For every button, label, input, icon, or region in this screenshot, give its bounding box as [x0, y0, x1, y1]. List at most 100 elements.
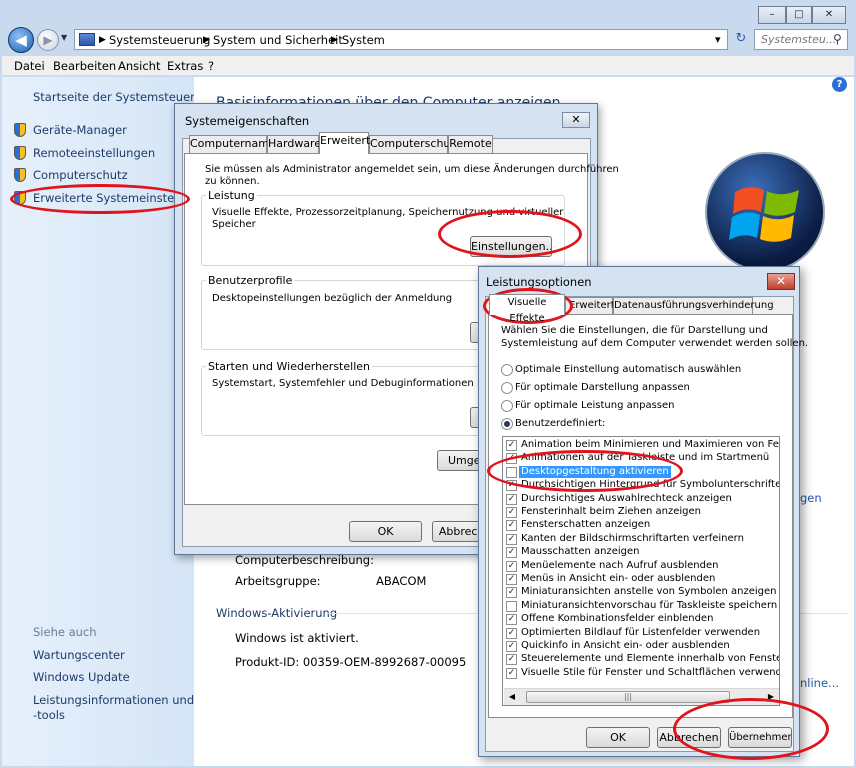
device-manager-link[interactable]: Geräte-Manager — [33, 123, 127, 137]
effect-checkbox[interactable]: ✓ — [506, 654, 517, 666]
minimize-button[interactable]: – — [758, 6, 786, 24]
dialog-title: Leistungsoptionen — [486, 275, 592, 289]
breadcrumb-separator-icon: ▶ — [203, 35, 210, 45]
effect-checkbox[interactable]: ✓ — [506, 533, 517, 545]
radio-best-appearance-label[interactable]: Für optimale Darstellung anpassen — [515, 381, 690, 395]
effect-checkbox[interactable]: ✓ — [506, 641, 517, 652]
computer-description-label: Computerbeschreibung: — [235, 553, 374, 567]
scroll-left-icon[interactable]: ◀ — [504, 689, 520, 705]
effect-checkbox[interactable]: ✓ — [506, 627, 517, 639]
action-center-link[interactable]: Wartungscenter — [33, 648, 125, 662]
effect-label[interactable]: Animation beim Minimieren und Maximieren… — [521, 439, 779, 451]
user-profiles-description: Desktopeinstellungen bezüglich der Anmel… — [212, 293, 453, 304]
effect-label[interactable]: Optimierten Bildlauf für Listenfelder ve… — [521, 627, 760, 639]
menu-help[interactable]: ? — [208, 59, 214, 73]
activation-status: Windows ist aktiviert. — [235, 631, 359, 645]
effect-label[interactable]: Steuerelemente und Elemente innerhalb vo… — [521, 653, 779, 665]
breadcrumb-systemsteuerung[interactable]: Systemsteuerung — [109, 33, 210, 47]
menu-extras[interactable]: Extras — [167, 59, 203, 73]
refresh-icon[interactable]: ↻ — [731, 29, 751, 50]
remote-settings-link[interactable]: Remoteeinstellungen — [33, 146, 155, 160]
windows-update-link[interactable]: Windows Update — [33, 670, 130, 684]
recent-pages-dropdown-icon[interactable]: ▼ — [61, 33, 67, 42]
change-settings-link[interactable]: gen — [800, 491, 822, 505]
address-bar[interactable]: ▶ Systemsteuerung ▶ System und Sicherhei… — [74, 29, 728, 50]
effect-label[interactable]: Kanten der Bildschirmschriftarten verfei… — [521, 533, 744, 545]
address-dropdown-icon[interactable]: ▾ — [715, 33, 721, 47]
radio-custom[interactable] — [501, 418, 513, 430]
close-icon[interactable]: ✕ — [767, 273, 795, 290]
scroll-thumb[interactable]: ||| — [526, 691, 730, 703]
tab-computerschutz[interactable]: Computerschutz — [369, 135, 461, 153]
admin-shield-icon — [14, 146, 26, 160]
effect-checkbox[interactable]: ✓ — [506, 440, 517, 451]
breadcrumb-separator-icon: ▶ — [99, 35, 106, 45]
menu-datei[interactable]: Datei — [14, 59, 45, 73]
radio-best-performance[interactable] — [501, 400, 513, 412]
performance-info-link[interactable]: Leistungsinformationen und — [33, 693, 194, 707]
intro-text-line2: Systemleistung auf dem Computer verwende… — [501, 338, 809, 349]
admin-note: Sie müssen als Administrator angemeldet … — [205, 164, 619, 175]
effect-label[interactable]: Quickinfo in Ansicht ein- oder ausblende… — [521, 640, 730, 652]
effect-checkbox[interactable]: ✓ — [506, 520, 517, 532]
effect-label[interactable]: Menüs in Ansicht ein- oder ausblenden — [521, 573, 715, 585]
effect-checkbox[interactable]: ✓ — [506, 614, 517, 626]
tab-erweitert[interactable]: Erweitert — [319, 132, 370, 154]
radio-best-performance-label[interactable]: Für optimale Leistung anpassen — [515, 399, 675, 413]
effect-label[interactable]: Durchsichtiges Auswahlrechteck anzeigen — [521, 493, 732, 505]
effect-label[interactable]: Menüelemente nach Aufruf ausblenden — [521, 560, 718, 572]
effect-checkbox[interactable]: ✓ — [506, 493, 517, 505]
ok-button[interactable]: OK — [349, 521, 422, 542]
system-protection-link[interactable]: Computerschutz — [33, 168, 128, 182]
tab-computername[interactable]: Computername — [189, 135, 276, 153]
effect-checkbox[interactable]: ✓ — [506, 667, 517, 679]
windows-activation-heading: Windows-Aktivierung — [216, 606, 338, 620]
annotation-circle — [487, 450, 683, 492]
effect-checkbox[interactable]: ✓ — [506, 574, 517, 585]
tab-visuelle-effekte[interactable]: Visuelle Effekte — [489, 294, 565, 324]
effect-label[interactable]: Visuelle Stile für Fenster und Schaltflä… — [521, 667, 779, 679]
radio-custom-label[interactable]: Benutzerdefiniert: — [515, 417, 605, 431]
user-profiles-group-title: Benutzerprofile — [206, 274, 295, 287]
forward-arrow-icon[interactable]: ▶ — [37, 29, 59, 51]
performance-group-title: Leistung — [206, 189, 257, 202]
menu-bearbeiten[interactable]: Bearbeiten — [53, 59, 116, 73]
see-also-heading: Siehe auch — [33, 625, 97, 639]
control-panel-icon — [79, 33, 95, 46]
effect-label[interactable]: Miniaturansichtenvorschau für Taskleiste… — [521, 600, 777, 612]
effect-label[interactable]: Fensterschatten anzeigen — [521, 519, 650, 531]
tab-datenausfuehrungsverhinderung[interactable]: Datenausführungsverhinderung — [613, 297, 774, 314]
admin-shield-icon — [14, 123, 26, 137]
effect-label[interactable]: Mausschatten anzeigen — [521, 546, 639, 558]
control-panel-home-link[interactable]: Startseite der Systemsteuerung — [33, 90, 217, 104]
back-arrow-icon[interactable]: ◀ — [8, 27, 34, 53]
effect-label[interactable]: Offene Kombinationsfelder einblenden — [521, 613, 713, 625]
admin-shield-icon — [14, 168, 26, 182]
startup-recovery-description: Systemstart, Systemfehler und Debuginfor… — [212, 378, 474, 389]
effect-label[interactable]: Fensterinhalt beim Ziehen anzeigen — [521, 506, 701, 518]
menu-ansicht[interactable]: Ansicht — [118, 59, 160, 73]
help-icon[interactable]: ? — [832, 77, 847, 92]
effect-checkbox[interactable] — [506, 600, 517, 612]
tab-remote[interactable]: Remote — [448, 135, 493, 153]
tab-hardware[interactable]: Hardware — [267, 135, 321, 153]
breadcrumb-system-und-sicherheit[interactable]: System und Sicherheit — [213, 33, 343, 47]
maximize-button[interactable]: □ — [786, 6, 812, 24]
more-info-online-link[interactable]: nline... — [800, 676, 839, 690]
performance-info-link-line2[interactable]: -tools — [33, 708, 65, 722]
search-icon[interactable]: ⚲ — [833, 32, 842, 46]
close-icon[interactable]: ✕ — [562, 112, 590, 128]
effect-checkbox[interactable]: ✓ — [506, 560, 517, 572]
close-button[interactable]: ✕ — [812, 6, 846, 24]
search-input[interactable]: Systemsteu... ⚲ — [754, 29, 848, 50]
effect-checkbox[interactable]: ✓ — [506, 507, 517, 518]
effect-checkbox[interactable]: ✓ — [506, 587, 517, 599]
window-controls: – □ ✕ — [758, 6, 848, 24]
radio-auto[interactable] — [501, 364, 513, 376]
ok-button[interactable]: OK — [586, 727, 650, 748]
effect-label[interactable]: Miniaturansichten anstelle von Symbolen … — [521, 586, 777, 598]
effect-checkbox[interactable]: ✓ — [506, 547, 517, 559]
radio-best-appearance[interactable] — [501, 382, 513, 394]
radio-auto-label[interactable]: Optimale Einstellung automatisch auswähl… — [515, 363, 741, 377]
breadcrumb-system[interactable]: System — [342, 33, 385, 47]
